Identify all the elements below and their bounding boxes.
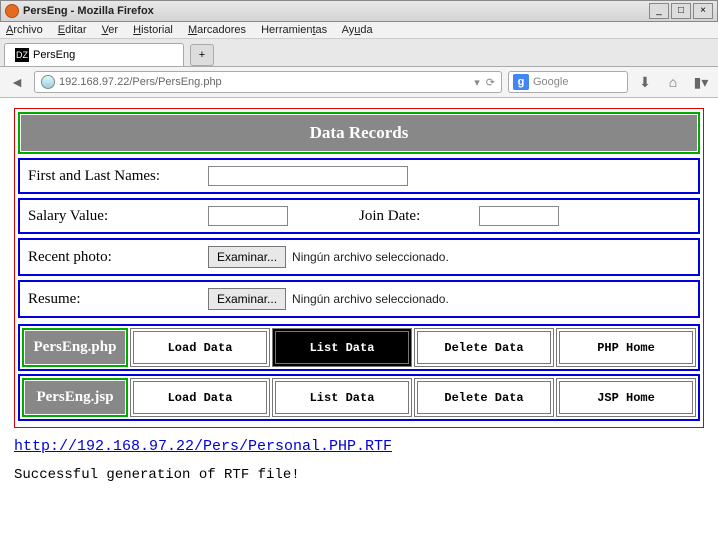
- php-row: PersEng.php Load Data List Data Delete D…: [18, 324, 700, 371]
- resume-label: Resume:: [28, 291, 208, 308]
- php-list-button[interactable]: List Data: [272, 328, 412, 367]
- row-salary-join: Salary Value: Join Date:: [18, 198, 700, 234]
- menu-ver[interactable]: Ver: [102, 24, 119, 36]
- outer-frame: Data Records First and Last Names: Salar…: [14, 108, 704, 428]
- jsp-row: PersEng.jsp Load Data List Data Delete D…: [18, 374, 700, 421]
- firefox-icon: [5, 4, 19, 18]
- photo-label: Recent photo:: [28, 249, 208, 266]
- search-box[interactable]: g Google: [508, 71, 628, 93]
- menu-editar[interactable]: Editar: [58, 24, 87, 36]
- google-icon: g: [513, 74, 529, 90]
- close-button[interactable]: ×: [693, 3, 713, 19]
- url-bar[interactable]: 192.168.97.22/Pers/PersEng.php ▾ ⟳: [34, 71, 502, 93]
- globe-icon: [41, 75, 55, 89]
- php-delete-button[interactable]: Delete Data: [414, 328, 554, 367]
- php-label-frame: PersEng.php: [22, 328, 128, 367]
- tab-perseng[interactable]: DZ PersEng: [4, 43, 184, 66]
- search-placeholder: Google: [533, 76, 568, 88]
- tabbar: DZ PersEng +: [0, 39, 718, 67]
- jsp-label: PersEng.jsp: [25, 381, 125, 414]
- photo-browse-button[interactable]: Examinar...: [208, 246, 286, 268]
- row-resume: Resume: Examinar... Ningún archivo selec…: [18, 280, 700, 318]
- home-button[interactable]: ⌂: [662, 71, 684, 93]
- php-load-button[interactable]: Load Data: [130, 328, 270, 367]
- jsp-label-frame: PersEng.jsp: [22, 378, 128, 417]
- photo-nofile-text: Ningún archivo seleccionado.: [292, 250, 449, 264]
- rtf-link[interactable]: http://192.168.97.22/Pers/Personal.PHP.R…: [14, 438, 704, 455]
- php-label: PersEng.php: [25, 331, 125, 364]
- jsp-list-button[interactable]: List Data: [272, 378, 412, 417]
- jsp-delete-button[interactable]: Delete Data: [414, 378, 554, 417]
- jsp-home-button[interactable]: JSP Home: [556, 378, 696, 417]
- names-input[interactable]: [208, 166, 408, 186]
- maximize-button[interactable]: □: [671, 3, 691, 19]
- dropdown-icon[interactable]: ▾: [474, 76, 480, 89]
- navbar: ◄ 192.168.97.22/Pers/PersEng.php ▾ ⟳ g G…: [0, 67, 718, 98]
- bookmarks-button[interactable]: ▮▾: [690, 71, 712, 93]
- row-photo: Recent photo: Examinar... Ningún archivo…: [18, 238, 700, 276]
- menu-ayuda[interactable]: Ayuda: [342, 24, 373, 36]
- window-title: PersEng - Mozilla Firefox: [23, 5, 649, 17]
- menubar: Archivo Editar Ver Historial Marcadores …: [0, 22, 718, 39]
- status-message: Successful generation of RTF file!: [14, 467, 704, 483]
- php-home-button[interactable]: PHP Home: [556, 328, 696, 367]
- join-input[interactable]: [479, 206, 559, 226]
- page-title: Data Records: [21, 115, 697, 151]
- row-names: First and Last Names:: [18, 158, 700, 194]
- minimize-button[interactable]: _: [649, 3, 669, 19]
- tab-favicon: DZ: [15, 48, 29, 62]
- menu-archivo[interactable]: Archivo: [6, 24, 43, 36]
- menu-historial[interactable]: Historial: [133, 24, 173, 36]
- window-titlebar: PersEng - Mozilla Firefox _ □ ×: [0, 0, 718, 22]
- header-frame: Data Records: [18, 112, 700, 154]
- reload-icon[interactable]: ⟳: [486, 76, 495, 89]
- salary-input[interactable]: [208, 206, 288, 226]
- resume-nofile-text: Ningún archivo seleccionado.: [292, 292, 449, 306]
- page-content: Data Records First and Last Names: Salar…: [0, 98, 718, 493]
- resume-browse-button[interactable]: Examinar...: [208, 288, 286, 310]
- salary-label: Salary Value:: [28, 208, 208, 225]
- tab-label: PersEng: [33, 49, 75, 61]
- menu-marcadores[interactable]: Marcadores: [188, 24, 246, 36]
- button-rows: PersEng.php Load Data List Data Delete D…: [18, 324, 700, 421]
- back-button[interactable]: ◄: [6, 71, 28, 93]
- names-label: First and Last Names:: [28, 168, 208, 185]
- url-text: 192.168.97.22/Pers/PersEng.php: [59, 76, 470, 88]
- downloads-button[interactable]: ⬇: [634, 71, 656, 93]
- menu-herramientas[interactable]: Herramientas: [261, 24, 327, 36]
- new-tab-button[interactable]: +: [190, 44, 214, 66]
- jsp-load-button[interactable]: Load Data: [130, 378, 270, 417]
- join-label: Join Date:: [359, 208, 479, 225]
